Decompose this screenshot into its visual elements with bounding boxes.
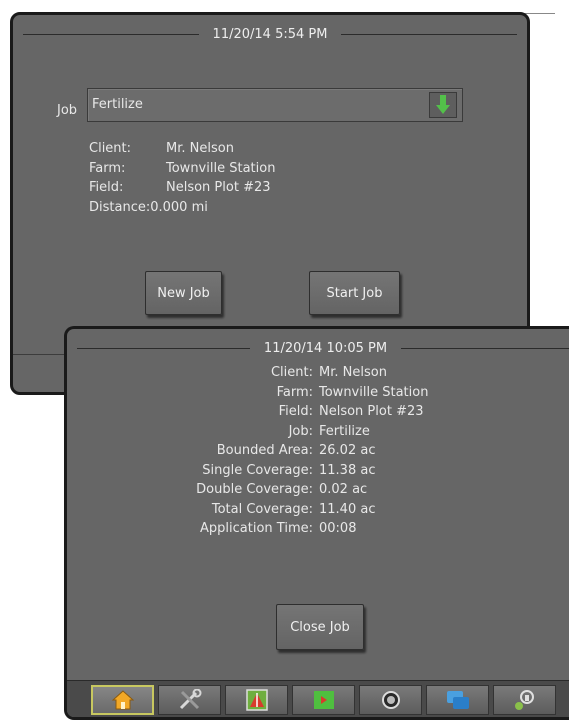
settings-icon <box>514 690 534 710</box>
summary-row: Farm: Townville Station <box>67 383 467 403</box>
screen-header: 11/20/14 10:05 PM <box>67 338 569 358</box>
summary-value: Mr. Nelson <box>319 365 387 380</box>
detail-value: Nelson Plot #23 <box>166 180 271 195</box>
job-select[interactable]: Fertilize <box>87 88 463 122</box>
summary-value: 11.38 ac <box>319 462 376 478</box>
summary-value: Nelson Plot #23 <box>319 404 424 419</box>
summary-row: Job: Fertilize <box>67 422 467 442</box>
tab-home[interactable] <box>91 685 154 715</box>
summary-label: Client: <box>270 365 313 380</box>
summary-row: Double Coverage: 0.02 ac <box>67 480 467 500</box>
dropdown-button[interactable] <box>429 92 457 118</box>
header-rule-right <box>341 33 517 35</box>
summary-row: Application Time: 00:08 <box>67 519 467 539</box>
tab-rate-control[interactable] <box>359 685 422 715</box>
detail-row-distance: Distance: 0.000 mi <box>89 198 275 218</box>
map-icon <box>313 691 334 709</box>
detail-label: Distance: <box>89 199 151 215</box>
detail-row-farm: Farm: Townville Station <box>89 159 275 179</box>
job-summary-details: Client: Mr. Nelson Farm: Townville Station… <box>67 363 467 539</box>
summary-label: Single Coverage: <box>202 462 313 478</box>
header-rule-left <box>23 33 199 35</box>
tab-guidance[interactable] <box>225 685 288 715</box>
detail-label: Field: <box>89 180 124 195</box>
close-job-button[interactable]: Close Job <box>276 604 364 650</box>
job-summary-screen: 11/20/14 10:05 PM Client: Mr. Nelson Farm… <box>64 326 569 720</box>
start-job-button[interactable]: Start Job <box>309 271 400 315</box>
summary-row: Single Coverage: 11.38 ac <box>67 461 467 481</box>
summary-label: Double Coverage: <box>196 482 313 497</box>
summary-row: Client: Mr. Nelson <box>67 363 467 383</box>
summary-row: Field: Nelson Plot #23 <box>67 402 467 422</box>
job-details: Client: Mr. Nelson Farm: Townville Stati… <box>89 139 275 217</box>
summary-label: Application Time: <box>200 521 313 536</box>
rate-control-icon <box>381 691 400 709</box>
data-icon <box>446 691 469 709</box>
tab-tools[interactable] <box>158 685 221 715</box>
detail-value: Townville Station <box>166 160 276 176</box>
datetime-label: 11/20/14 10:05 PM <box>263 340 388 356</box>
job-label: Job <box>57 103 78 118</box>
summary-value: Townville Station <box>319 384 429 400</box>
summary-value: Fertilize <box>319 423 370 439</box>
detail-row-client: Client: Mr. Nelson <box>89 139 275 159</box>
summary-row: Total Coverage: 11.40 ac <box>67 500 467 520</box>
summary-label: Bounded Area: <box>216 443 313 458</box>
tab-map[interactable] <box>292 685 355 715</box>
summary-value: 0.02 ac <box>319 482 368 497</box>
summary-label: Total Coverage: <box>211 501 313 517</box>
summary-label: Job: <box>288 423 313 439</box>
header-rule-left <box>77 347 250 349</box>
home-icon <box>111 690 134 710</box>
tools-icon <box>179 689 201 710</box>
tab-data[interactable] <box>426 685 489 715</box>
summary-label: Farm: <box>276 384 313 400</box>
detail-row-field: Field: Nelson Plot #23 <box>89 178 275 198</box>
detail-label: Farm: <box>89 160 126 176</box>
summary-label: Field: <box>278 404 313 419</box>
detail-value: Mr. Nelson <box>166 141 234 156</box>
screen-header: 11/20/14 5:54 PM <box>13 24 527 44</box>
tab-settings[interactable] <box>493 685 556 715</box>
summary-value: 26.02 ac <box>319 443 376 458</box>
new-job-button[interactable]: New Job <box>145 271 222 315</box>
green-down-arrow-icon <box>436 95 450 114</box>
summary-row: Bounded Area: 26.02 ac <box>67 441 467 461</box>
summary-value: 11.40 ac <box>319 501 376 517</box>
detail-label: Client: <box>89 141 132 156</box>
datetime-label: 11/20/14 5:54 PM <box>212 26 328 42</box>
bottom-tab-bar <box>67 680 569 717</box>
detail-value: 0.000 mi <box>150 199 208 215</box>
job-select-value: Fertilize <box>92 97 143 112</box>
header-rule-right <box>401 347 569 349</box>
guidance-icon <box>245 689 268 711</box>
summary-value: 00:08 <box>319 521 357 536</box>
